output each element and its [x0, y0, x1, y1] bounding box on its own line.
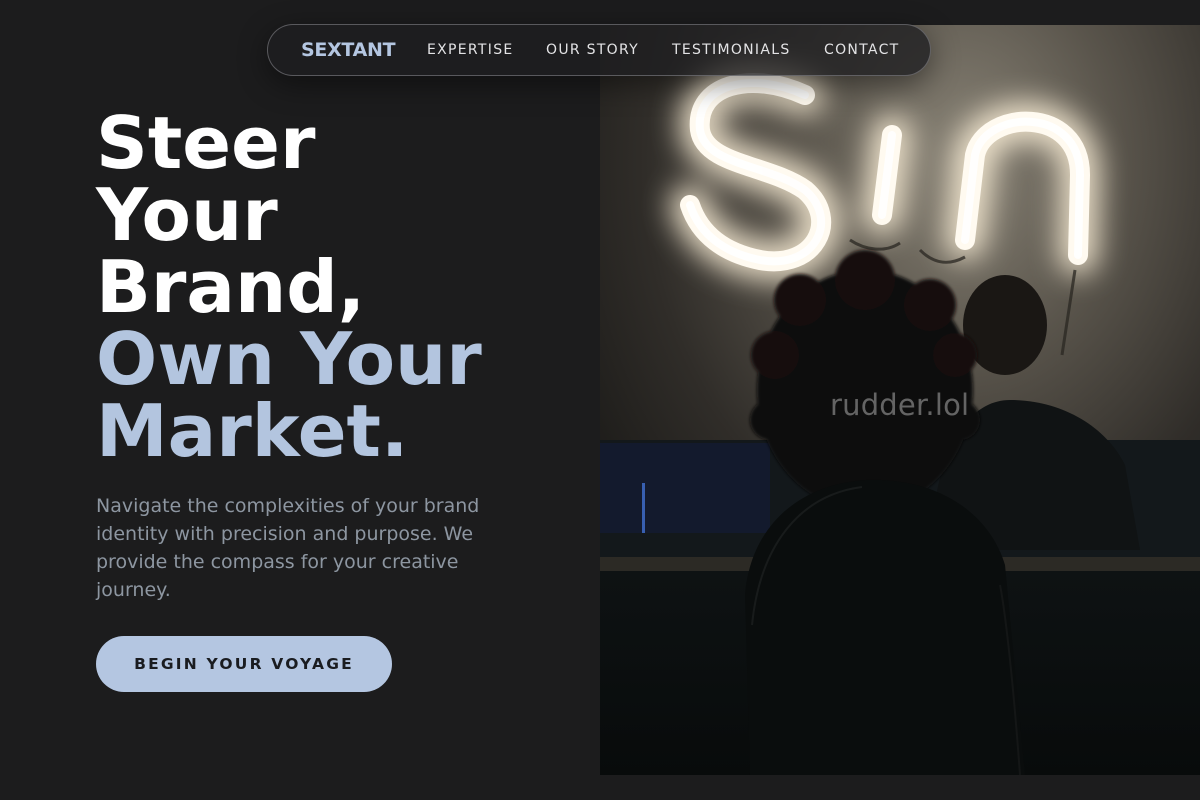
headline-accent-line: Market.	[96, 389, 409, 473]
headline-accent-line: Own Your	[96, 317, 482, 401]
hero-headline: Steer Your Brand, Own Your Market.	[96, 107, 482, 467]
headline-line: Steer	[96, 101, 316, 185]
nav-link-expertise[interactable]: EXPERTISE	[427, 42, 514, 58]
headline-line: Your	[96, 173, 278, 257]
nav-link-our-story[interactable]: OUR STORY	[546, 42, 639, 58]
hero-description: Navigate the complexities of your brand …	[96, 495, 480, 601]
hero-page: rudder.lol SEXTANT EXPERTISE OUR STORY T…	[0, 0, 1200, 800]
headline-line: Brand,	[96, 245, 366, 329]
begin-voyage-button[interactable]: BEGIN YOUR VOYAGE	[96, 636, 392, 692]
brand-logo[interactable]: SEXTANT	[301, 39, 396, 61]
nav-link-testimonials[interactable]: TESTIMONIALS	[672, 42, 791, 58]
watermark-text: rudder.lol	[830, 388, 970, 422]
top-navigation: SEXTANT EXPERTISE OUR STORY TESTIMONIALS…	[267, 24, 931, 76]
nav-link-contact[interactable]: CONTACT	[824, 42, 900, 58]
